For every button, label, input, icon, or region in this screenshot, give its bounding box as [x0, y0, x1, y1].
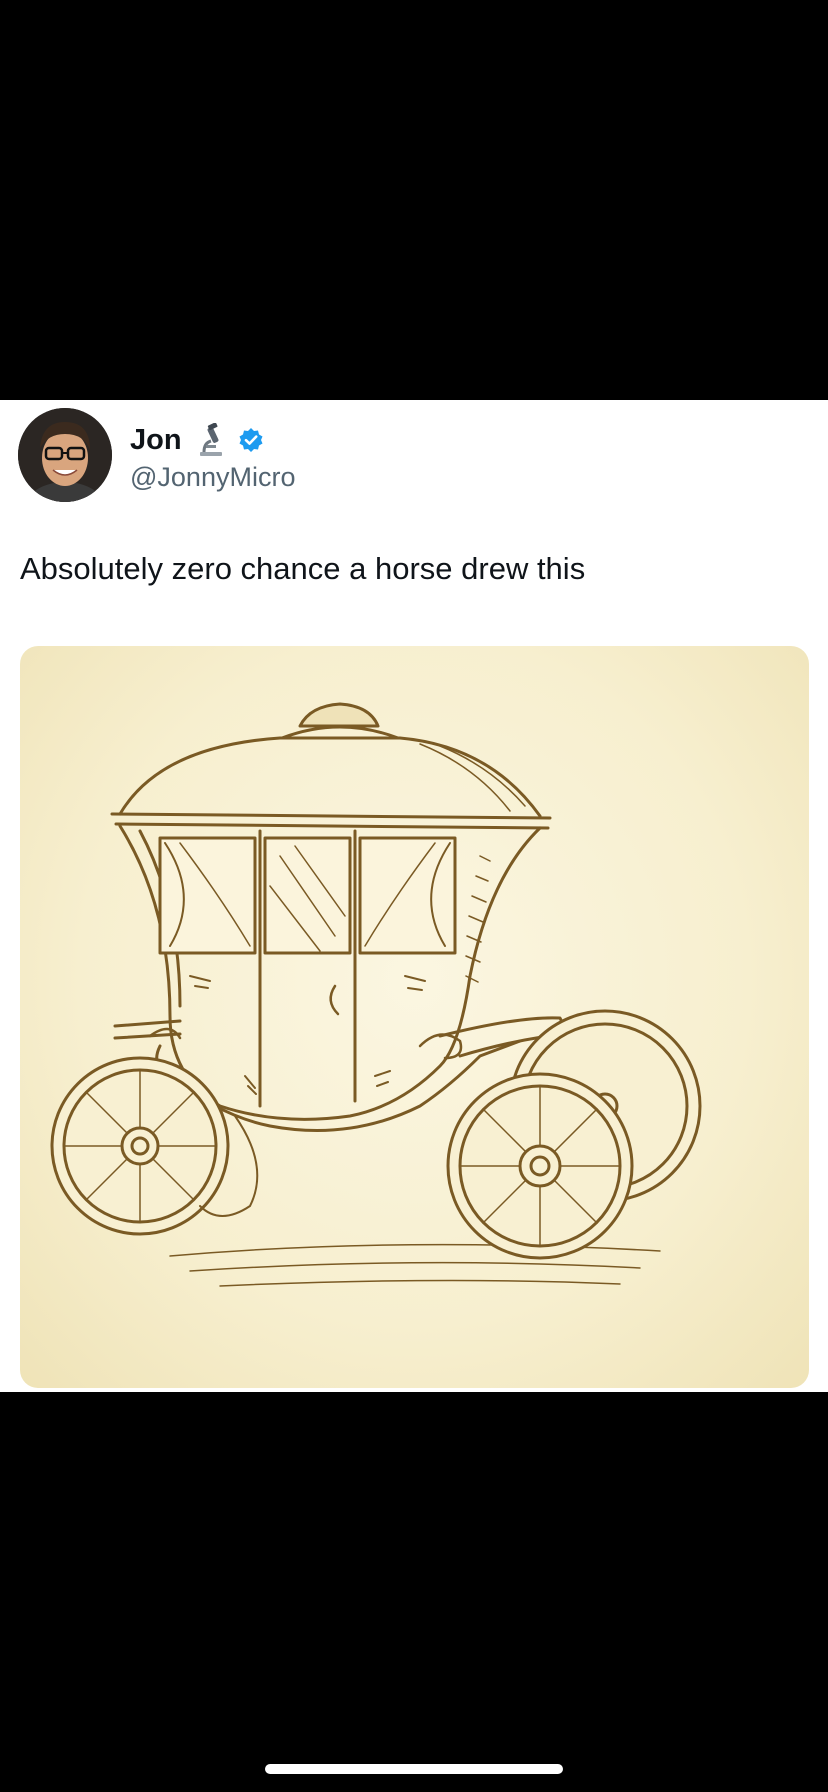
author-names: Jon @JonnyMicro [130, 418, 295, 493]
tweet-card[interactable]: Jon @JonnyMicro Absolutely zero chance a… [0, 400, 828, 1392]
carriage-drawing [50, 702, 702, 1287]
tweet-image[interactable] [20, 646, 809, 1388]
phone-screen: Jon @JonnyMicro Absolutely zero chance a… [0, 0, 828, 1792]
home-indicator[interactable] [265, 1764, 563, 1774]
microscope-icon [196, 422, 226, 457]
display-name[interactable]: Jon [130, 424, 182, 457]
verified-badge-icon [238, 427, 264, 453]
avatar[interactable] [18, 408, 112, 502]
name-row: Jon [130, 418, 295, 462]
tweet-header: Jon @JonnyMicro [18, 408, 295, 502]
author-handle[interactable]: @JonnyMicro [130, 462, 295, 493]
tweet-text: Absolutely zero chance a horse drew this [20, 551, 586, 586]
